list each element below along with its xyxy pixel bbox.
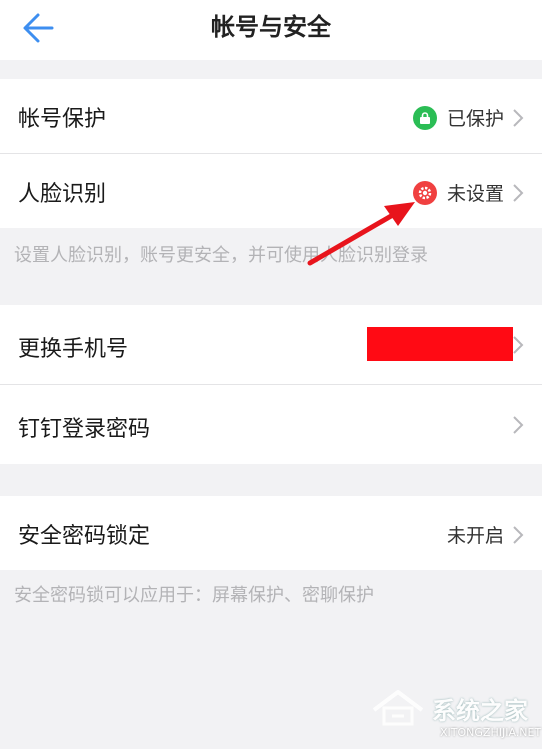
chevron-right-icon [513,183,524,202]
row-value: 未设置 [446,183,504,205]
watermark-text: 系统之家 [432,696,528,725]
chevron-right-icon [513,108,524,127]
chevron-right-icon [513,525,524,544]
row-security-lock[interactable]: 安全密码锁定 未开启 [0,496,542,570]
row-login-password[interactable]: 钉钉登录密码 [0,385,542,464]
top-bar: 帐号与安全 [0,0,542,60]
redaction-mark [367,327,513,361]
row-label: 钉钉登录密码 [18,417,151,442]
row-account-protection[interactable]: 帐号保护 已保护 [0,79,542,153]
house-logo-icon [372,690,424,726]
chevron-right-icon [513,416,524,434]
page-title: 帐号与安全 [211,13,331,41]
row-value: 未开启 [446,525,504,547]
row-label: 帐号保护 [18,107,107,132]
watermark-logo: 系统之家 [370,688,528,728]
row-label: 安全密码锁定 [18,524,151,549]
lock-hint-text: 安全密码锁可以应用于：屏幕保护、密聊保护 [14,585,374,606]
annotation-arrow-icon [307,202,415,266]
watermark-url: XITONGZHIJIA.NET [440,726,542,739]
row-label: 更换手机号 [18,337,129,362]
row-label: 人脸识别 [18,182,107,207]
chevron-right-icon [513,336,524,354]
row-value: 已保护 [446,108,504,130]
lock-icon [412,105,437,130]
row-face-recognition[interactable]: 人脸识别 未设置 [0,154,542,228]
